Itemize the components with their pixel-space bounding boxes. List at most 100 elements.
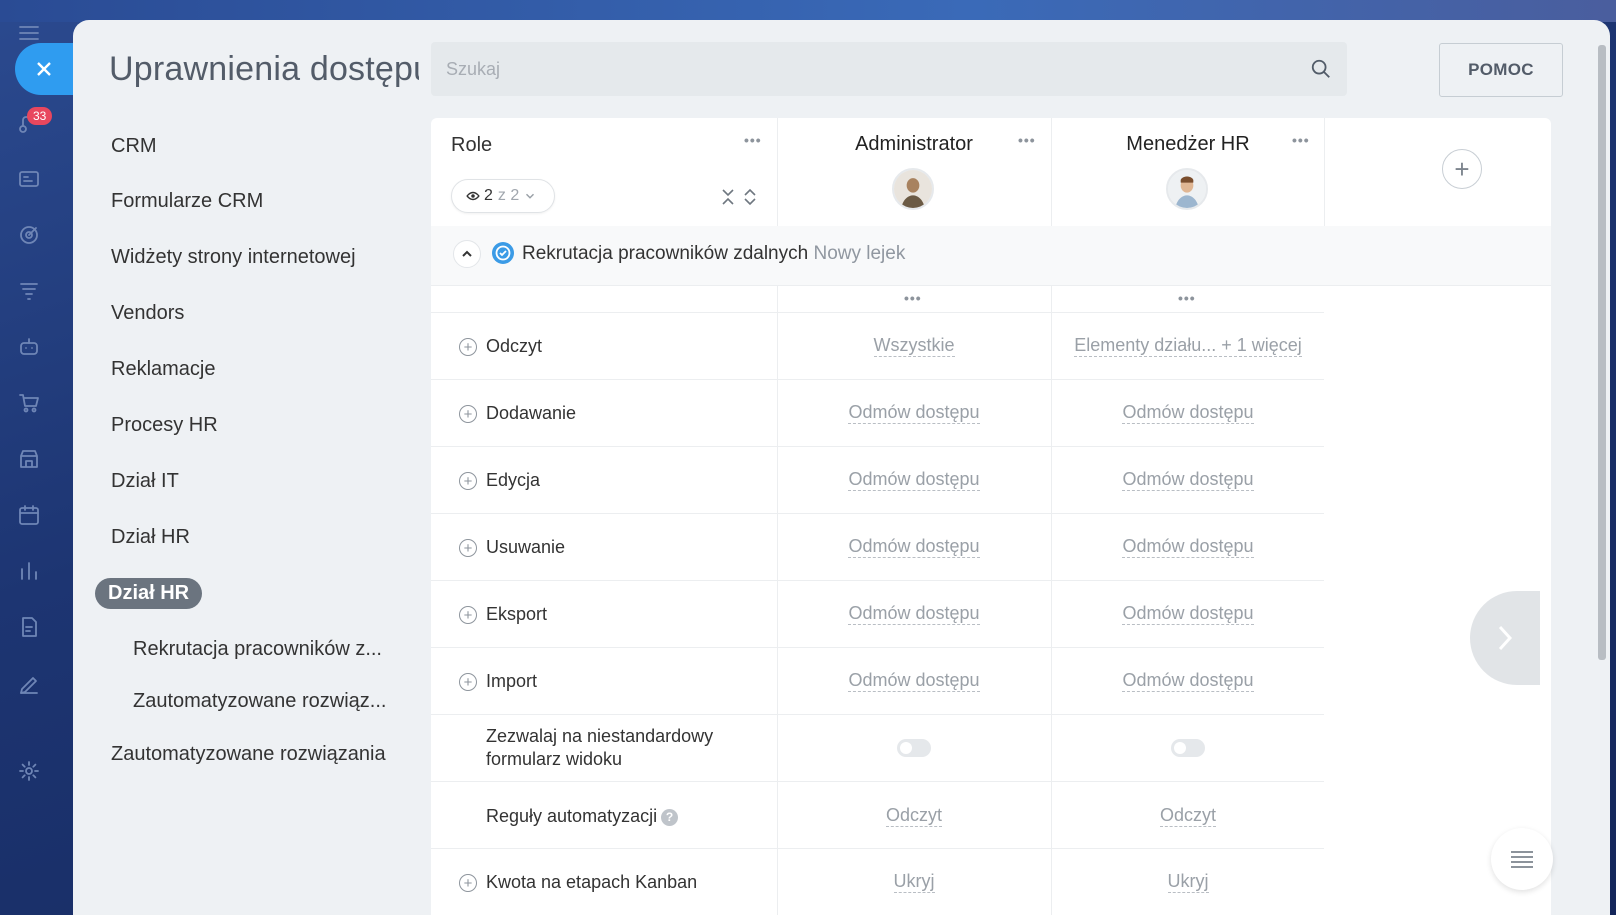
- expand-icon[interactable]: +: [459, 673, 477, 691]
- table-row: + Import Odmów dostępu Odmów dostępu: [431, 648, 1324, 715]
- permissions-panel: Uprawnienia dostępu Szukaj POMOC CRM For…: [73, 20, 1610, 915]
- menu-item-it-dept[interactable]: Dział IT: [111, 470, 179, 493]
- group-name: Rekrutacja pracowników zdalnych: [522, 243, 809, 264]
- role-name-administrator[interactable]: Administrator: [777, 133, 1051, 156]
- roles-more-icon[interactable]: •••: [744, 132, 762, 148]
- administrator-more-icon[interactable]: •••: [1018, 132, 1036, 148]
- help-icon[interactable]: ?: [661, 809, 679, 826]
- column-actions-row: ••• •••: [431, 286, 1324, 313]
- menu-item-hr-processes[interactable]: Procesy HR: [111, 414, 218, 437]
- table-row: + Usuwanie Odmów dostępu Odmów dostępu: [431, 514, 1324, 581]
- permission-value[interactable]: Odmów dostępu: [1122, 603, 1254, 625]
- help-button[interactable]: POMOC: [1439, 43, 1563, 97]
- permission-label: Import: [486, 671, 538, 691]
- search-icon[interactable]: [1310, 58, 1332, 80]
- menu-item-crm-forms[interactable]: Formularze CRM: [111, 190, 263, 213]
- table-row: Reguły automatyzacji? Odczyt Odczyt: [431, 782, 1324, 849]
- page-title: Uprawnienia dostępu: [109, 50, 419, 88]
- menu-item-hr-dept[interactable]: Dział HR: [111, 526, 190, 549]
- permission-label: Eksport: [486, 604, 548, 624]
- permission-label: Odczyt: [486, 336, 543, 356]
- permission-value[interactable]: Odczyt: [1159, 805, 1216, 827]
- permission-value[interactable]: Odczyt: [885, 805, 942, 827]
- permission-value[interactable]: Odmów dostępu: [848, 402, 980, 424]
- menu-subitem-automated[interactable]: Zautomatyzowane rozwiąz...: [133, 690, 388, 713]
- expand-all-icon[interactable]: [743, 188, 757, 206]
- expand-icon[interactable]: +: [459, 405, 477, 423]
- permission-label: Kwota na etapach Kanban: [486, 872, 698, 892]
- table-row: Zezwalaj na niestandardowy formularz wid…: [431, 715, 1324, 782]
- gear-icon[interactable]: [16, 758, 42, 784]
- menu-item-website-widgets[interactable]: Widżety strony internetowej: [111, 246, 356, 269]
- permission-label: Zezwalaj na niestandardowy formularz wid…: [486, 725, 713, 771]
- permission-value[interactable]: Odmów dostępu: [848, 536, 980, 558]
- expand-icon[interactable]: +: [459, 472, 477, 490]
- list-icon: [1511, 851, 1533, 868]
- store-icon[interactable]: [16, 446, 42, 472]
- permission-value[interactable]: Odmów dostępu: [1122, 536, 1254, 558]
- table-row: + Odczyt Wszystkie Elementy działu... + …: [431, 313, 1324, 380]
- search-bar[interactable]: Szukaj: [431, 42, 1347, 96]
- administrator-column-more-icon[interactable]: •••: [904, 290, 922, 306]
- hr-manager-more-icon[interactable]: •••: [1292, 132, 1310, 148]
- permission-value[interactable]: Ukryj: [1167, 871, 1209, 893]
- permission-value[interactable]: Odmów dostępu: [848, 469, 980, 491]
- target-icon[interactable]: [16, 222, 42, 248]
- role-name-hr-manager[interactable]: Menedżer HR: [1051, 133, 1325, 156]
- expand-icon[interactable]: +: [459, 539, 477, 557]
- menu-item-vendors[interactable]: Vendors: [111, 302, 184, 325]
- permission-label: Dodawanie: [486, 403, 577, 423]
- collapse-expand-controls: [721, 188, 757, 206]
- list-menu-button[interactable]: [1491, 828, 1553, 890]
- plus-icon: +: [1454, 153, 1470, 184]
- expand-icon[interactable]: +: [459, 606, 477, 624]
- top-bar: [0, 0, 1616, 22]
- robot-icon[interactable]: [16, 334, 42, 360]
- permission-value[interactable]: Odmów dostępu: [848, 603, 980, 625]
- permission-value[interactable]: Odmów dostępu: [1122, 670, 1254, 692]
- menu-item-crm[interactable]: CRM: [111, 135, 157, 158]
- funnel-badge-icon: [492, 242, 514, 264]
- administrator-custom-form-toggle[interactable]: [897, 739, 931, 757]
- collapse-all-icon[interactable]: [721, 188, 735, 206]
- expand-icon[interactable]: +: [459, 874, 477, 892]
- filter-shown-count: 2: [484, 187, 493, 204]
- menu-item-hr-dept-active[interactable]: Dział HR: [95, 578, 203, 609]
- avatar[interactable]: [892, 168, 934, 210]
- permission-value[interactable]: Ukryj: [893, 871, 935, 893]
- permission-value[interactable]: Odmów dostępu: [848, 670, 980, 692]
- calendar-icon[interactable]: [16, 502, 42, 528]
- cart-icon[interactable]: [16, 390, 42, 416]
- roles-header: Role: [451, 134, 493, 156]
- permission-value[interactable]: Wszystkie: [873, 335, 955, 357]
- menu-item-automated-solutions[interactable]: Zautomatyzowane rozwiązania: [111, 743, 386, 766]
- avatar[interactable]: [1166, 168, 1208, 210]
- role-filter[interactable]: 2 z 2: [451, 179, 555, 213]
- close-icon: [37, 62, 51, 76]
- scrollbar[interactable]: [1598, 45, 1606, 660]
- table-row: + Dodawanie Odmów dostępu Odmów dostępu: [431, 380, 1324, 447]
- group-collapse-button[interactable]: [453, 240, 481, 268]
- hr-manager-custom-form-toggle[interactable]: [1171, 739, 1205, 757]
- document-icon[interactable]: [16, 614, 42, 640]
- group-title: Rekrutacja pracowników zdalnych Nowy lej…: [522, 243, 905, 265]
- card-icon[interactable]: [16, 166, 42, 192]
- chevron-right-icon: [1498, 625, 1513, 651]
- chevron-up-icon: [462, 250, 472, 257]
- hr-manager-column-more-icon[interactable]: •••: [1178, 290, 1196, 306]
- add-role-button[interactable]: +: [1442, 149, 1482, 189]
- pen-icon[interactable]: [16, 672, 42, 698]
- chart-icon[interactable]: [16, 558, 42, 584]
- permission-value[interactable]: Odmów dostępu: [1122, 469, 1254, 491]
- permission-value[interactable]: Elementy działu... + 1 więcej: [1074, 335, 1302, 357]
- group-row: Rekrutacja pracowników zdalnych Nowy lej…: [431, 226, 1551, 286]
- search-input[interactable]: Szukaj: [446, 59, 1310, 80]
- permission-value[interactable]: Odmów dostępu: [1122, 402, 1254, 424]
- permission-label: Edycja: [486, 470, 541, 490]
- menu-subitem-recruitment[interactable]: Rekrutacja pracowników z...: [133, 638, 388, 661]
- close-button[interactable]: [15, 43, 73, 95]
- table-row: + Eksport Odmów dostępu Odmów dostępu: [431, 581, 1324, 648]
- menu-item-complaints[interactable]: Reklamacje: [111, 358, 215, 381]
- expand-icon[interactable]: +: [459, 338, 477, 356]
- funnel-icon[interactable]: [16, 278, 42, 304]
